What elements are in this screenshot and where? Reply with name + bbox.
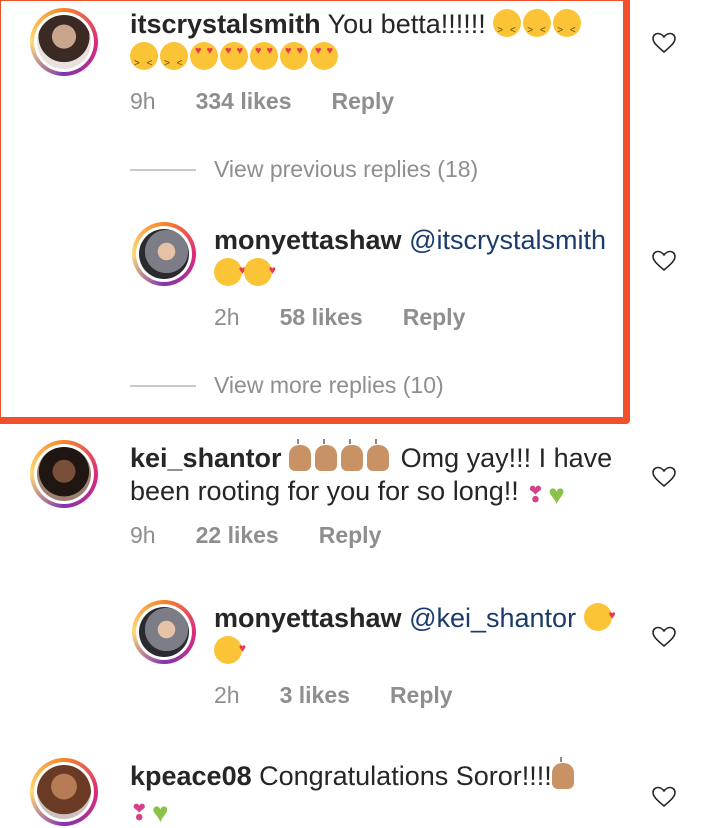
divider-line <box>130 385 196 387</box>
comment-meta: 9h 334 likes Reply <box>130 88 394 115</box>
comment-text: kei_shantor Omg yay!!! I have been rooti… <box>130 439 613 510</box>
reply-meta: 2h 58 likes Reply <box>214 304 465 331</box>
reply-button[interactable]: Reply <box>319 522 382 549</box>
reply-meta: 2h 3 likes Reply <box>214 682 453 709</box>
two-hearts-icon: ❣ <box>130 800 149 825</box>
comment-meta: 9h 22 likes Reply <box>130 522 381 549</box>
heart-outline-icon[interactable] <box>652 32 676 54</box>
kiss-emoji-icon <box>583 599 616 632</box>
heart-eyes-emoji-icon <box>250 42 278 70</box>
reply-button[interactable]: Reply <box>332 88 395 115</box>
reply-time: 2h <box>214 682 240 708</box>
raised-hands-icon <box>315 439 338 471</box>
kiss-emoji-icon <box>214 632 246 665</box>
reply-username[interactable]: monyettashaw <box>214 603 402 633</box>
comment-username[interactable]: kpeace08 <box>130 761 252 791</box>
raised-hands-icon <box>341 439 364 471</box>
kiss-emoji-icon <box>214 254 246 287</box>
two-hearts-icon: ❣ <box>526 482 545 507</box>
comment-time: 9h <box>130 88 156 114</box>
comment-text: itscrystalsmith You betta!!!!!! <box>130 8 590 80</box>
divider-line <box>130 169 196 171</box>
squint-emoji-icon <box>130 42 158 80</box>
squint-emoji-icon <box>160 42 188 80</box>
heart-outline-icon[interactable] <box>652 250 676 272</box>
squint-emoji-icon <box>523 9 552 47</box>
comment-username[interactable]: kei_shantor <box>130 443 282 473</box>
reply-text: monyettashaw @kei_shantor <box>214 599 634 668</box>
avatar-kei-shantor[interactable] <box>30 440 98 508</box>
reply-time: 2h <box>214 304 240 330</box>
view-more-replies[interactable]: View more replies (10) <box>214 372 444 399</box>
reply-button[interactable]: Reply <box>403 304 466 331</box>
reply-username[interactable]: monyettashaw <box>214 225 402 255</box>
reply-text: monyettashaw @itscrystalsmith <box>214 224 614 290</box>
likes-count[interactable]: 3 likes <box>280 682 350 709</box>
squint-emoji-icon <box>493 9 522 47</box>
raised-hands-icon <box>551 757 574 789</box>
comment-username[interactable]: itscrystalsmith <box>130 9 321 39</box>
avatar-kpeace08[interactable] <box>30 758 98 826</box>
view-previous-replies[interactable]: View previous replies (18) <box>214 156 478 183</box>
squint-emoji-icon <box>553 9 582 47</box>
green-heart-icon: ♥ <box>548 479 565 510</box>
mention-link[interactable]: @kei_shantor <box>402 603 576 633</box>
mention-link[interactable]: @itscrystalsmith <box>402 225 606 255</box>
heart-outline-icon[interactable] <box>652 466 676 488</box>
likes-count[interactable]: 58 likes <box>280 304 363 331</box>
heart-eyes-emoji-icon <box>310 42 338 70</box>
likes-count[interactable]: 22 likes <box>196 522 279 549</box>
raised-hands-icon <box>367 439 390 471</box>
kiss-emoji-icon <box>244 254 276 287</box>
comment-time: 9h <box>130 522 156 548</box>
reply-button[interactable]: Reply <box>390 682 453 709</box>
avatar-monyettashaw[interactable] <box>132 600 196 664</box>
raised-hands-icon <box>289 439 312 471</box>
green-heart-icon: ♥ <box>152 797 169 828</box>
comment-text: kpeace08 Congratulations Soror!!!! ❣ ♥ <box>130 757 630 828</box>
avatar-itscrystalsmith[interactable] <box>30 8 98 76</box>
heart-outline-icon[interactable] <box>652 626 676 648</box>
heart-eyes-emoji-icon <box>190 42 218 70</box>
heart-outline-icon[interactable] <box>652 786 676 808</box>
heart-eyes-emoji-icon <box>280 42 308 70</box>
heart-eyes-emoji-icon <box>220 42 248 70</box>
avatar-monyettashaw[interactable] <box>132 222 196 286</box>
likes-count[interactable]: 334 likes <box>196 88 292 115</box>
